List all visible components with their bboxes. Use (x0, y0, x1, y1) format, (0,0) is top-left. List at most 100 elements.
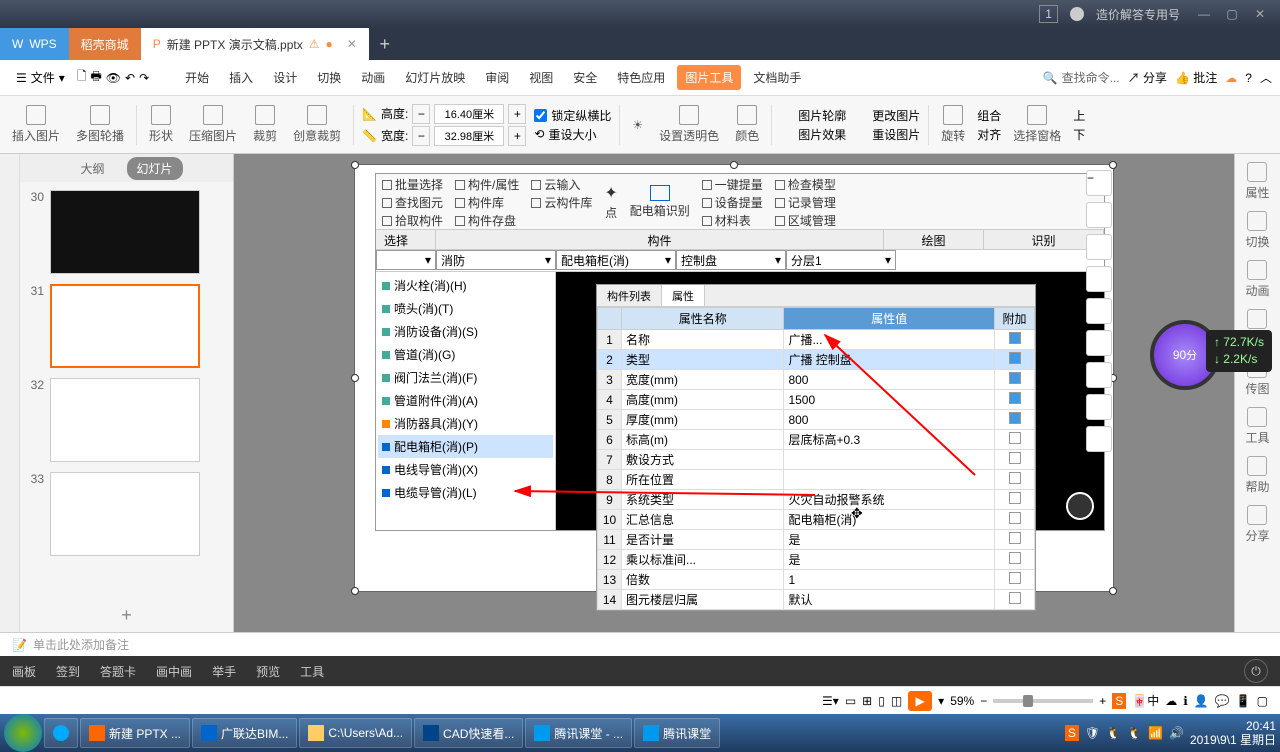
slide-thumb-33[interactable]: 33 (28, 472, 225, 556)
menu-features[interactable]: 特色应用 (609, 65, 673, 90)
tb-browser[interactable] (44, 718, 78, 748)
menu-slideshow[interactable]: 幻灯片放映 (397, 65, 473, 90)
preview-icon[interactable]: 👁 (106, 71, 121, 85)
insert-picture-button[interactable]: 插入图片 (8, 103, 64, 146)
close-button[interactable]: ✕ (1248, 4, 1272, 24)
group-tool-icon[interactable] (1086, 394, 1112, 420)
bb-raise-hand[interactable]: 举手 (212, 663, 236, 680)
tray-chat-icon[interactable]: 💬 (1215, 694, 1230, 708)
lock-ratio-checkbox[interactable] (534, 109, 547, 122)
zoom-slider[interactable] (993, 699, 1093, 703)
slide-canvas[interactable]: 批量选择 查找图元 拾取构件 构件/属性 构件库 构件存盘 云输入 云构件库 (354, 164, 1114, 592)
command-search[interactable]: 🔍 查找命令... (1043, 69, 1120, 86)
tb-tencent-class2[interactable]: 腾讯课堂 (634, 718, 720, 748)
cloud-icon[interactable]: ☁ (1225, 71, 1237, 85)
print-icon[interactable]: 🖶 (90, 67, 101, 88)
undo-icon[interactable]: ↶ (125, 71, 135, 85)
menu-view[interactable]: 视图 (521, 65, 561, 90)
rp-tools[interactable]: 工具 (1245, 407, 1269, 446)
tray-sound-icon[interactable]: 🔊 (1169, 726, 1184, 740)
tray-info-icon[interactable]: ℹ (1183, 694, 1188, 708)
rotate-tool-icon[interactable] (1086, 330, 1112, 356)
rp-animation[interactable]: 动画 (1245, 260, 1269, 299)
brightness-button[interactable]: ☀ (628, 116, 647, 134)
share-button[interactable]: ↗ 分享 (1128, 69, 1167, 86)
compress-button[interactable]: 压缩图片 (185, 103, 241, 146)
view-notes-icon[interactable]: ◫ (891, 694, 902, 708)
menu-transition[interactable]: 切换 (309, 65, 349, 90)
rp-switch[interactable]: 切换 (1245, 211, 1269, 250)
bb-canvas[interactable]: 画板 (12, 663, 36, 680)
network-speed-widget[interactable]: ↑ 72.7K/s ↓ 2.2K/s (1206, 330, 1272, 372)
maximize-button[interactable]: ▢ (1220, 4, 1244, 24)
redo-icon[interactable]: ↷ (139, 71, 149, 85)
power-button[interactable]: ⏻ (1244, 659, 1268, 683)
crop-tool-icon[interactable] (1086, 234, 1112, 260)
bb-pip[interactable]: 画中画 (156, 663, 192, 680)
color-button[interactable]: 颜色 (731, 103, 763, 146)
move-up-button[interactable]: 上 (1073, 107, 1085, 124)
creative-crop-button[interactable]: 创意裁剪 (289, 103, 345, 146)
zoom-out-button[interactable]: − (1086, 170, 1112, 196)
menu-picture-tools[interactable]: 图片工具 (677, 65, 741, 90)
crop-button[interactable]: 裁剪 (249, 103, 281, 146)
select-pane-button[interactable]: 选择窗格 (1009, 103, 1065, 146)
tray-net-icon[interactable]: 📶 (1148, 726, 1163, 740)
pic-effect-button[interactable]: 图片效果 (780, 126, 846, 143)
shop-tab[interactable]: 稻壳商城 (69, 28, 141, 60)
collapse-ribbon-icon[interactable]: ︿ (1260, 69, 1272, 86)
active-document-tab[interactable]: P 新建 PPTX 演示文稿.pptx ⚠ ● ✕ (141, 28, 369, 60)
height-plus[interactable]: + (508, 104, 526, 124)
menu-design[interactable]: 设计 (265, 65, 305, 90)
notes-toggle-icon[interactable]: ☰▾ (822, 694, 839, 708)
height-input[interactable] (434, 104, 504, 124)
tb-glodon[interactable]: 广联达BIM... (192, 718, 297, 748)
approve-button[interactable]: 👍 批注 (1175, 69, 1217, 86)
fit-icon[interactable] (1086, 298, 1112, 324)
slides-tab[interactable]: 幻灯片 (127, 157, 183, 180)
sogou-icon[interactable]: S (1112, 693, 1126, 709)
bb-preview[interactable]: 预览 (256, 663, 280, 680)
menu-insert[interactable]: 插入 (221, 65, 261, 90)
width-input[interactable] (434, 126, 504, 146)
width-plus[interactable]: + (508, 126, 526, 146)
bb-quiz[interactable]: 答题卡 (100, 663, 136, 680)
tray-qq2-icon[interactable]: 🐧 (1127, 726, 1142, 740)
zoom-minus[interactable]: − (980, 694, 987, 708)
rp-properties[interactable]: 属性 (1245, 162, 1269, 201)
zoom-percent[interactable]: 59% (950, 694, 974, 708)
file-menu[interactable]: ☰ 文件 ▾ (8, 65, 73, 90)
copy-tool-icon[interactable] (1086, 362, 1112, 388)
rotate-button[interactable]: 旋转 (937, 103, 969, 146)
tb-tencent-class[interactable]: 腾讯课堂 - ... (525, 718, 632, 748)
left-collapse-bar[interactable] (0, 154, 20, 632)
combine-button[interactable]: 组合 (977, 107, 1001, 124)
change-pic-button[interactable]: 更改图片 (854, 107, 920, 124)
save-icon[interactable]: 🗋 (77, 67, 87, 88)
taskbar-clock[interactable]: 20:412019\9\1 星期日 (1190, 719, 1276, 748)
tb-wps[interactable]: 新建 PPTX ... (80, 718, 190, 748)
tray-shield-icon[interactable]: 🛡 (1085, 726, 1100, 740)
reset-pic-button[interactable]: 重设图片 (854, 126, 920, 143)
menu-start[interactable]: 开始 (177, 65, 217, 90)
menu-review[interactable]: 审阅 (477, 65, 517, 90)
multi-outline-button[interactable]: 多图轮播 (72, 103, 128, 146)
tray-square-icon[interactable]: ▢ (1257, 694, 1268, 708)
close-tab-icon[interactable]: ✕ (347, 37, 357, 51)
view-reading-icon[interactable]: ▯ (878, 694, 885, 708)
rp-share[interactable]: 分享 (1245, 505, 1269, 544)
width-minus[interactable]: − (412, 126, 430, 146)
height-minus[interactable]: − (412, 104, 430, 124)
tray-user-icon[interactable]: 👤 (1194, 694, 1209, 708)
tray-cloud-icon[interactable]: ☁ (1165, 694, 1177, 708)
rp-help[interactable]: 帮助 (1245, 456, 1269, 495)
tb-explorer[interactable]: C:\Users\Ad... (299, 718, 412, 748)
aspect-icon[interactable] (1086, 266, 1112, 292)
shape-button[interactable]: 形状 (145, 103, 177, 146)
align-button[interactable]: 对齐 (977, 126, 1001, 143)
reset-size-icon[interactable]: ⟲ (534, 127, 544, 141)
reset-size-label[interactable]: 重设大小 (548, 126, 596, 143)
notes-bar[interactable]: 📝单击此处添加备注 (0, 632, 1280, 656)
tb-cad[interactable]: CAD快速看... (414, 718, 523, 748)
more-tool-icon[interactable] (1086, 426, 1112, 452)
